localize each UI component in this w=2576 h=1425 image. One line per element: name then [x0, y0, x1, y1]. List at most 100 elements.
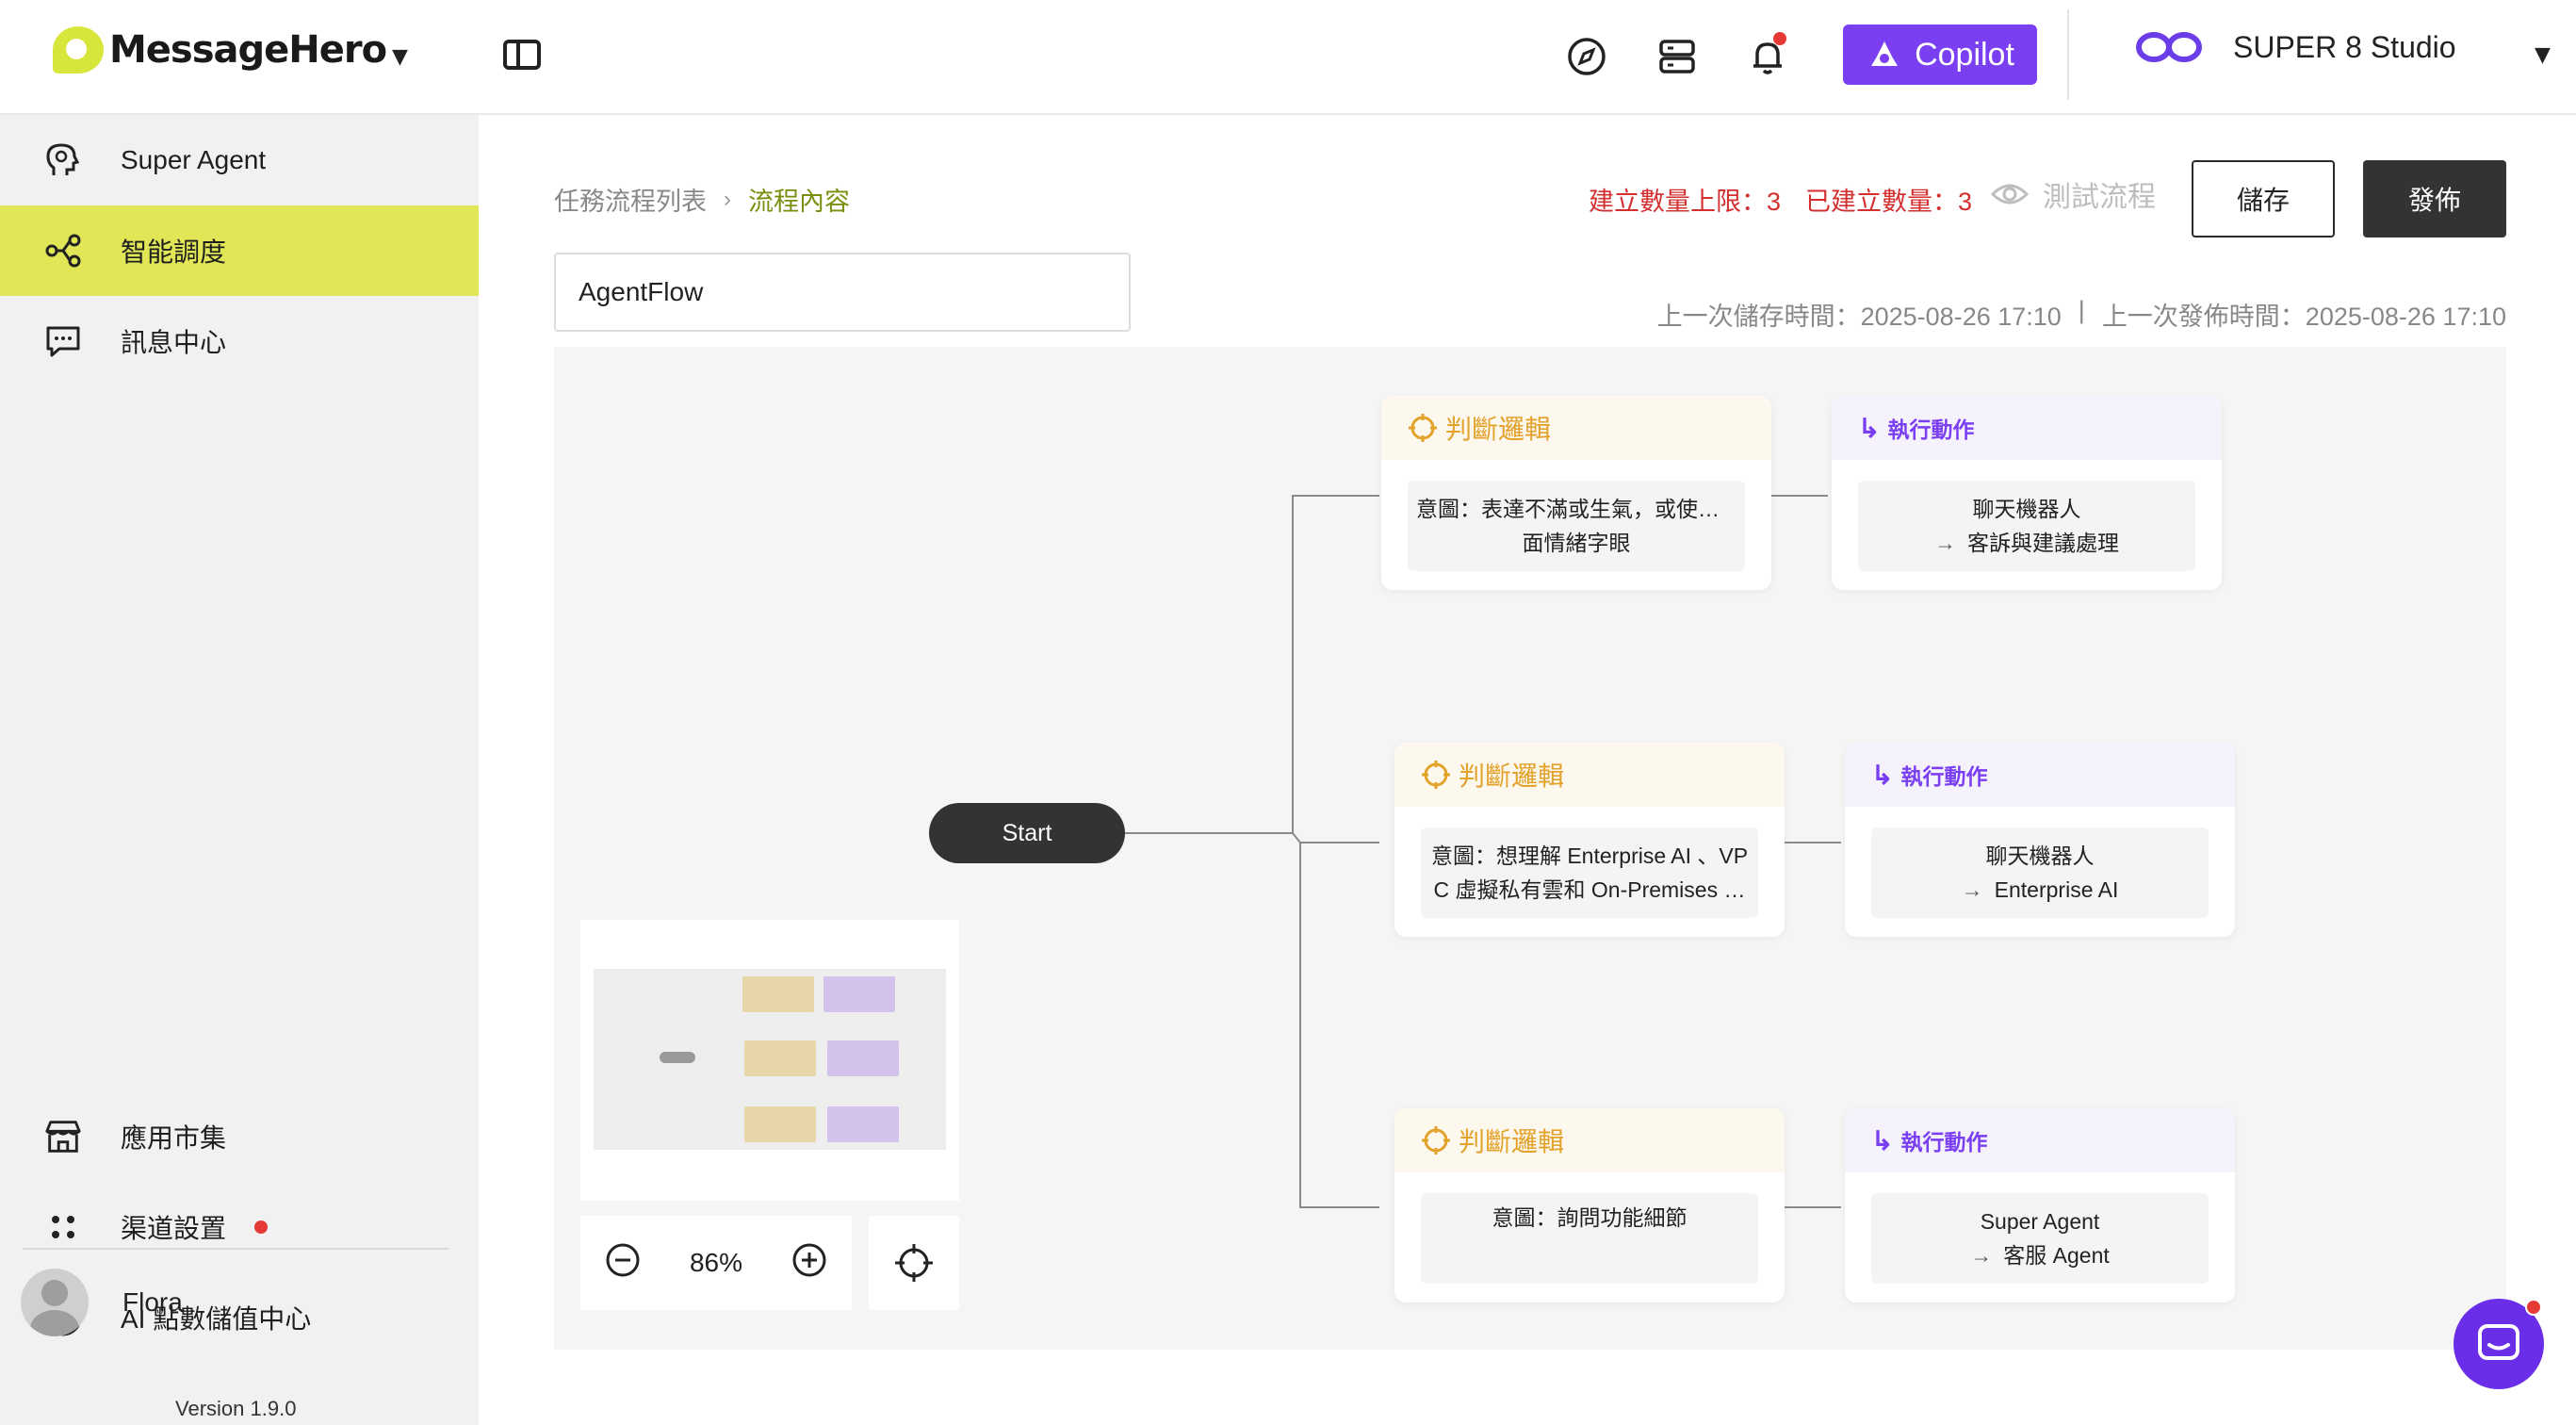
logic-card-3[interactable]: 判斷邏輯 意圖：詢問功能細節 — [1394, 1108, 1785, 1302]
limit-text: 建立數量上限：3 — [1589, 188, 1782, 216]
logic-card-title: 判斷邏輯 — [1445, 415, 1552, 444]
crosshair-icon — [1409, 414, 1437, 442]
action-target-row: → 客訴與建議處理 — [1934, 526, 2119, 560]
minimap-viewport[interactable] — [594, 969, 946, 1150]
sidebar-toggle-icon[interactable] — [503, 40, 541, 70]
chat-notification-dot — [2525, 1299, 2542, 1316]
start-node[interactable]: Start — [929, 803, 1125, 863]
logic-intent-line: 意圖：詢問功能細節 — [1492, 1205, 1687, 1230]
store-icon — [43, 1117, 83, 1156]
logo-bubble-icon — [53, 26, 104, 74]
arrow-right-icon: → — [1934, 531, 1956, 555]
flow-canvas[interactable]: Start 判斷邏輯 意圖：表達不滿或生氣，或使用負 面情緒字眼 ↳ 執行動作 … — [554, 347, 2506, 1350]
logic-card-header: 判斷邏輯 — [1381, 396, 1771, 460]
test-flow-label: 測試流程 — [2043, 182, 2156, 213]
recenter-button[interactable] — [869, 1216, 959, 1310]
zoom-level: 86% — [689, 1248, 742, 1277]
save-publish-times: 上一次儲存時間：2025-08-26 17:10 | 上一次發佈時間：2025-… — [1657, 296, 2506, 333]
chevron-right-icon: › — [724, 186, 731, 212]
logic-card-body: 意圖：表達不滿或生氣，或使用負 面情緒字眼 — [1408, 481, 1745, 571]
sidebar-item-super-agent[interactable]: Super Agent — [0, 115, 479, 205]
studio-logo-icon — [2136, 32, 2202, 62]
minimap-action-node — [827, 1106, 899, 1142]
brain-icon — [43, 140, 83, 180]
avatar — [21, 1269, 89, 1336]
sidebar: Super Agent 智能調度 訊息中心 應用市集 渠道設置 AI 點數儲值中… — [0, 115, 479, 1425]
logic-intent-line: C 虛擬私有雲和 On-Premises … — [1433, 877, 1746, 902]
logic-card-body: 意圖：詢問功能細節 — [1421, 1193, 1758, 1284]
zoom-out-icon[interactable] — [604, 1241, 642, 1286]
studio-dropdown-icon[interactable]: ▼ — [2535, 43, 2551, 67]
sidebar-item-app-market[interactable]: 應用市集 — [0, 1091, 479, 1182]
logic-card-header: 判斷邏輯 — [1394, 743, 1785, 807]
breadcrumb-parent[interactable]: 任務流程列表 — [554, 181, 707, 218]
action-target-name: Enterprise AI — [1994, 877, 2119, 902]
action-card-title: 執行動作 — [1900, 764, 1988, 789]
crosshair-icon — [1422, 1126, 1450, 1155]
breadcrumb: 任務流程列表 › 流程內容 — [554, 181, 850, 218]
save-button[interactable]: 儲存 — [2192, 160, 2335, 238]
action-target-type: Super Agent — [1980, 1209, 2100, 1234]
version-label: Version 1.9.0 — [175, 1397, 297, 1420]
minimap-start-node — [660, 1052, 695, 1063]
logic-card-1[interactable]: 判斷邏輯 意圖：表達不滿或生氣，或使用負 面情緒字眼 — [1381, 396, 1771, 590]
arrow-right-icon: → — [1970, 1243, 1993, 1268]
minimap[interactable] — [580, 920, 959, 1201]
logic-card-header: 判斷邏輯 — [1394, 1108, 1785, 1172]
logic-card-title: 判斷邏輯 — [1459, 1127, 1565, 1156]
arrow-right-icon: → — [1961, 877, 1983, 902]
action-card-3[interactable]: ↳ 執行動作 Super Agent → 客服 Agent — [1845, 1108, 2235, 1302]
studio-switcher[interactable]: SUPER 8 Studio — [2135, 28, 2456, 66]
sidebar-divider — [23, 1248, 448, 1250]
action-target-name: 客訴與建議處理 — [1967, 531, 2119, 555]
return-arrow-icon: ↳ — [1871, 760, 1894, 790]
user-profile[interactable]: Flora — [21, 1269, 183, 1336]
zoom-in-icon[interactable] — [791, 1241, 828, 1286]
support-chat-button[interactable] — [2454, 1299, 2544, 1389]
return-arrow-icon: ↳ — [1858, 413, 1881, 443]
flow-name-input[interactable] — [554, 253, 1131, 332]
top-bar: MessageHero ▼ Copilot SUPER 8 Studio ▼ — [0, 0, 2576, 115]
sidebar-item-message-center[interactable]: 訊息中心 — [0, 296, 479, 386]
brand-logo[interactable]: MessageHero — [53, 26, 387, 74]
server-icon[interactable] — [1653, 32, 1702, 81]
minimap-action-node — [823, 976, 895, 1012]
notification-dot — [1773, 32, 1786, 45]
action-target-type: 聊天機器人 — [1985, 844, 2095, 868]
wizard-icon — [1871, 41, 1899, 66]
action-card-header: ↳ 執行動作 — [1845, 1108, 2235, 1172]
bell-icon[interactable] — [1743, 32, 1792, 81]
action-card-header: ↳ 執行動作 — [1845, 743, 2235, 807]
return-arrow-icon: ↳ — [1871, 1125, 1894, 1155]
action-card-body: 聊天機器人 → Enterprise AI — [1871, 827, 2209, 918]
sidebar-item-smart-dispatch[interactable]: 智能調度 — [0, 205, 479, 296]
logic-intent-line: 意圖：表達不滿或生氣，或使用負 — [1416, 497, 1736, 521]
test-flow-button[interactable]: 測試流程 — [1990, 173, 2156, 215]
zoom-controls: 86% — [580, 1216, 852, 1310]
minimap-logic-node — [744, 1040, 816, 1076]
studio-name: SUPER 8 Studio — [2233, 29, 2456, 64]
last-published-time: 上一次發佈時間：2025-08-26 17:10 — [2101, 303, 2506, 331]
action-card-2[interactable]: ↳ 執行動作 聊天機器人 → Enterprise AI — [1845, 743, 2235, 937]
minimap-logic-node — [744, 1106, 816, 1142]
action-target-row: → Enterprise AI — [1962, 873, 2119, 907]
action-card-1[interactable]: ↳ 執行動作 聊天機器人 → 客訴與建議處理 — [1832, 396, 2222, 590]
sidebar-item-channel-settings[interactable]: 渠道設置 — [0, 1182, 479, 1272]
sidebar-item-label: Super Agent — [121, 145, 267, 174]
chat-bubble-icon — [2478, 1324, 2519, 1360]
flow-limits: 建立數量上限：3 已建立數量：3 — [1589, 181, 1972, 218]
publish-button[interactable]: 發佈 — [2363, 160, 2506, 238]
action-card-body: Super Agent → 客服 Agent — [1871, 1193, 2209, 1284]
compass-icon[interactable] — [1562, 32, 1611, 81]
eye-icon — [1990, 184, 2030, 205]
dots-icon — [43, 1207, 83, 1247]
copilot-label: Copilot — [1915, 36, 2014, 73]
workspace-dropdown-icon[interactable]: ▼ — [392, 45, 408, 69]
logic-card-2[interactable]: 判斷邏輯 意圖：想理解 Enterprise AI 、VP C 虛擬私有雲和 O… — [1394, 743, 1785, 937]
copilot-button[interactable]: Copilot — [1843, 25, 2037, 85]
crosshair-icon — [895, 1244, 933, 1282]
user-name: Flora — [122, 1287, 183, 1317]
top-divider — [2067, 9, 2069, 100]
logic-card-title: 判斷邏輯 — [1459, 762, 1565, 791]
action-card-body: 聊天機器人 → 客訴與建議處理 — [1858, 481, 2195, 571]
